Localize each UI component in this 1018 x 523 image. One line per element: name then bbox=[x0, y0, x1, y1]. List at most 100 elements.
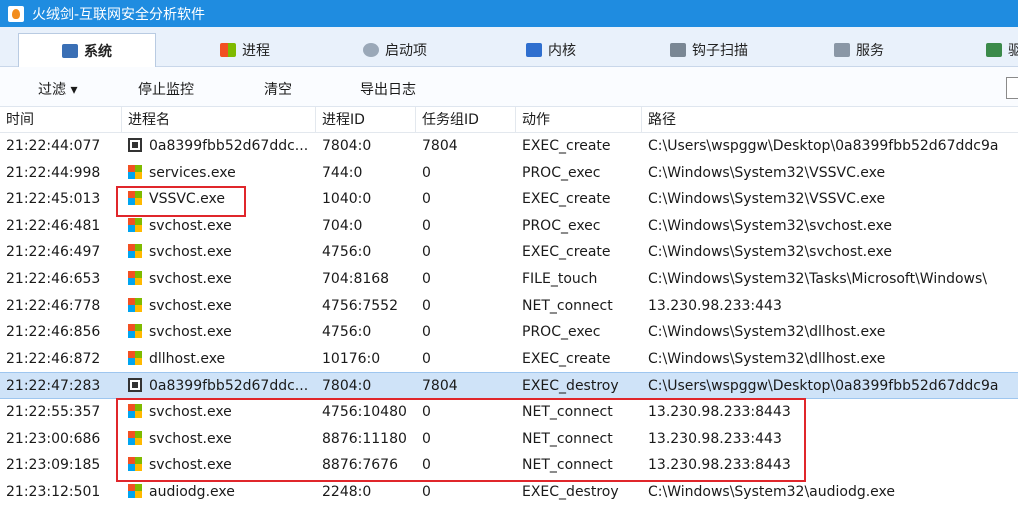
cell-process-name: svchost.exe bbox=[122, 213, 316, 240]
cell-task-group-id: 0 bbox=[422, 191, 431, 208]
cell-process-name: svchost.exe bbox=[122, 452, 316, 479]
cell-action: NET_connect bbox=[522, 430, 613, 447]
table-row[interactable]: 21:23:12:501 audiodg.exe 2248:0 0 EXEC_destr… bbox=[0, 479, 1018, 506]
tab-driver[interactable]: 驱 bbox=[946, 33, 1018, 67]
table-row[interactable]: 21:22:47:283 0a8399fbb52d67ddc... 7804:0 78… bbox=[0, 372, 1018, 399]
header-process-name[interactable]: 进程名 bbox=[122, 107, 316, 133]
toolbar-overflow-icon[interactable] bbox=[1006, 77, 1018, 99]
cell-pid: 1040:0 bbox=[322, 191, 372, 208]
title-bar: 火绒剑-互联网安全分析软件 bbox=[0, 0, 1018, 27]
header-action[interactable]: 动作 bbox=[516, 107, 642, 133]
cell-process-name: 0a8399fbb52d67ddc... bbox=[122, 373, 316, 400]
windows-process-icon bbox=[128, 457, 142, 472]
cell-action: NET_connect bbox=[522, 297, 613, 314]
cell-path: C:\Windows\System32\dllhost.exe bbox=[648, 324, 886, 341]
cell-time: 21:22:47:283 bbox=[6, 378, 101, 395]
table-row[interactable]: 21:22:46:856 svchost.exe 4756:0 0 PROC_exec C… bbox=[0, 319, 1018, 346]
cell-pid: 4756:0 bbox=[322, 244, 372, 261]
windows-process-icon bbox=[128, 430, 142, 445]
cell-process-name: svchost.exe bbox=[122, 426, 316, 453]
process-name-text: svchost.exe bbox=[149, 270, 232, 287]
table-row[interactable]: 21:23:09:185 svchost.exe 8876:7676 0 NET_con… bbox=[0, 452, 1018, 479]
table-row[interactable]: 21:22:44:998 services.exe 744:0 0 PROC_exec C… bbox=[0, 160, 1018, 187]
cell-task-group-id: 0 bbox=[422, 430, 431, 447]
cell-time: 21:22:46:653 bbox=[6, 270, 101, 287]
cell-action: NET_connect bbox=[522, 403, 613, 420]
toolbar: 过滤 ▾ 停止监控 清空 导出日志 bbox=[0, 67, 1018, 107]
cell-task-group-id: 0 bbox=[422, 457, 431, 474]
tab-process[interactable]: 进程 bbox=[176, 33, 314, 67]
cell-pid: 704:0 bbox=[322, 217, 363, 234]
stop-monitor-button[interactable]: 停止监控 bbox=[138, 79, 194, 99]
tab-label: 进程 bbox=[242, 43, 270, 59]
tab-label: 系统 bbox=[84, 43, 112, 60]
cell-action: PROC_exec bbox=[522, 164, 601, 181]
cell-action: PROC_exec bbox=[522, 324, 601, 341]
cell-process-name: svchost.exe bbox=[122, 239, 316, 266]
table-row[interactable]: 21:22:46:872 dllhost.exe 10176:0 0 EXEC_crea… bbox=[0, 346, 1018, 373]
cell-action: EXEC_create bbox=[522, 138, 611, 154]
table-row[interactable]: 21:22:46:778 svchost.exe 4756:7552 0 NET_con… bbox=[0, 293, 1018, 320]
windows-process-icon bbox=[128, 217, 142, 232]
process-name-text: 0a8399fbb52d67ddc... bbox=[149, 378, 309, 395]
cell-task-group-id: 0 bbox=[422, 324, 431, 341]
cell-time: 21:23:00:686 bbox=[6, 430, 101, 447]
cell-process-name: 0a8399fbb52d67ddc... bbox=[122, 133, 316, 160]
tab-services[interactable]: 服务 bbox=[790, 33, 928, 67]
cell-pid: 704:8168 bbox=[322, 270, 390, 287]
cell-path: 13.230.98.233:443 bbox=[648, 297, 782, 314]
cell-time: 21:23:12:501 bbox=[6, 483, 101, 500]
header-path[interactable]: 路径 bbox=[642, 107, 1018, 133]
process-name-text: audiodg.exe bbox=[149, 483, 235, 500]
process-name-text: svchost.exe bbox=[149, 244, 232, 261]
clear-button[interactable]: 清空 bbox=[264, 79, 292, 99]
table-row[interactable]: 21:23:00:686 svchost.exe 8876:11180 0 NET_co… bbox=[0, 426, 1018, 453]
tab-label: 钩子扫描 bbox=[692, 43, 748, 59]
cell-path: C:\Windows\System32\dllhost.exe bbox=[648, 350, 886, 367]
event-list: 21:22:44:077 0a8399fbb52d67ddc... 7804:0 78… bbox=[0, 133, 1018, 505]
filter-button[interactable]: 过滤 ▾ bbox=[38, 79, 77, 99]
windows-process-icon bbox=[128, 350, 142, 365]
tab-system[interactable]: 系统 bbox=[18, 33, 156, 67]
app-flame-icon bbox=[8, 5, 24, 22]
table-row[interactable]: 21:22:45:013 VSSVC.exe 1040:0 0 EXEC_create C… bbox=[0, 186, 1018, 213]
table-row[interactable]: 21:22:55:357 svchost.exe 4756:10480 0 NET_co… bbox=[0, 399, 1018, 426]
window-title: 火绒剑-互联网安全分析软件 bbox=[32, 6, 206, 23]
header-time[interactable]: 时间 bbox=[0, 107, 122, 133]
cell-action: NET_connect bbox=[522, 457, 613, 474]
cell-task-group-id: 0 bbox=[422, 244, 431, 261]
binary-file-icon bbox=[128, 138, 142, 152]
cell-pid: 7804:0 bbox=[322, 378, 372, 395]
windows-process-icon bbox=[128, 164, 142, 179]
tab-label: 驱 bbox=[1008, 43, 1018, 59]
tab-startup[interactable]: 启动项 bbox=[326, 33, 464, 67]
process-name-text: 0a8399fbb52d67ddc... bbox=[149, 138, 309, 154]
header-pid[interactable]: 进程ID bbox=[316, 107, 416, 133]
export-log-button[interactable]: 导出日志 bbox=[360, 79, 416, 99]
kernel-user-icon bbox=[526, 43, 542, 57]
process-name-text: svchost.exe bbox=[149, 324, 232, 341]
cell-time: 21:22:46:856 bbox=[6, 324, 101, 341]
startup-gear-icon bbox=[363, 43, 379, 57]
table-row[interactable]: 21:22:46:497 svchost.exe 4756:0 0 EXEC_creat… bbox=[0, 239, 1018, 266]
cell-process-name: svchost.exe bbox=[122, 293, 316, 320]
process-name-text: svchost.exe bbox=[149, 217, 232, 234]
cell-pid: 8876:11180 bbox=[322, 430, 407, 447]
table-row[interactable]: 21:22:46:481 svchost.exe 704:0 0 PROC_exec C:… bbox=[0, 213, 1018, 240]
tab-kernel[interactable]: 内核 bbox=[482, 33, 620, 67]
tab-hook-scan[interactable]: 钩子扫描 bbox=[640, 33, 778, 67]
windows-process-icon bbox=[128, 244, 142, 259]
windows-process-icon bbox=[128, 270, 142, 285]
cell-task-group-id: 0 bbox=[422, 483, 431, 500]
windows-process-icon bbox=[128, 483, 142, 498]
tab-label: 启动项 bbox=[385, 43, 427, 59]
header-task-group-id[interactable]: 任务组ID bbox=[416, 107, 516, 133]
table-row[interactable]: 21:22:46:653 svchost.exe 704:8168 0 FILE_tou… bbox=[0, 266, 1018, 293]
cell-action: EXEC_create bbox=[522, 191, 611, 208]
service-icon bbox=[834, 43, 850, 57]
table-row[interactable]: 21:22:44:077 0a8399fbb52d67ddc... 7804:0 78… bbox=[0, 133, 1018, 160]
cell-process-name: services.exe bbox=[122, 160, 316, 187]
cell-task-group-id: 0 bbox=[422, 164, 431, 181]
cell-time: 21:22:46:778 bbox=[6, 297, 101, 314]
cell-action: EXEC_create bbox=[522, 350, 611, 367]
